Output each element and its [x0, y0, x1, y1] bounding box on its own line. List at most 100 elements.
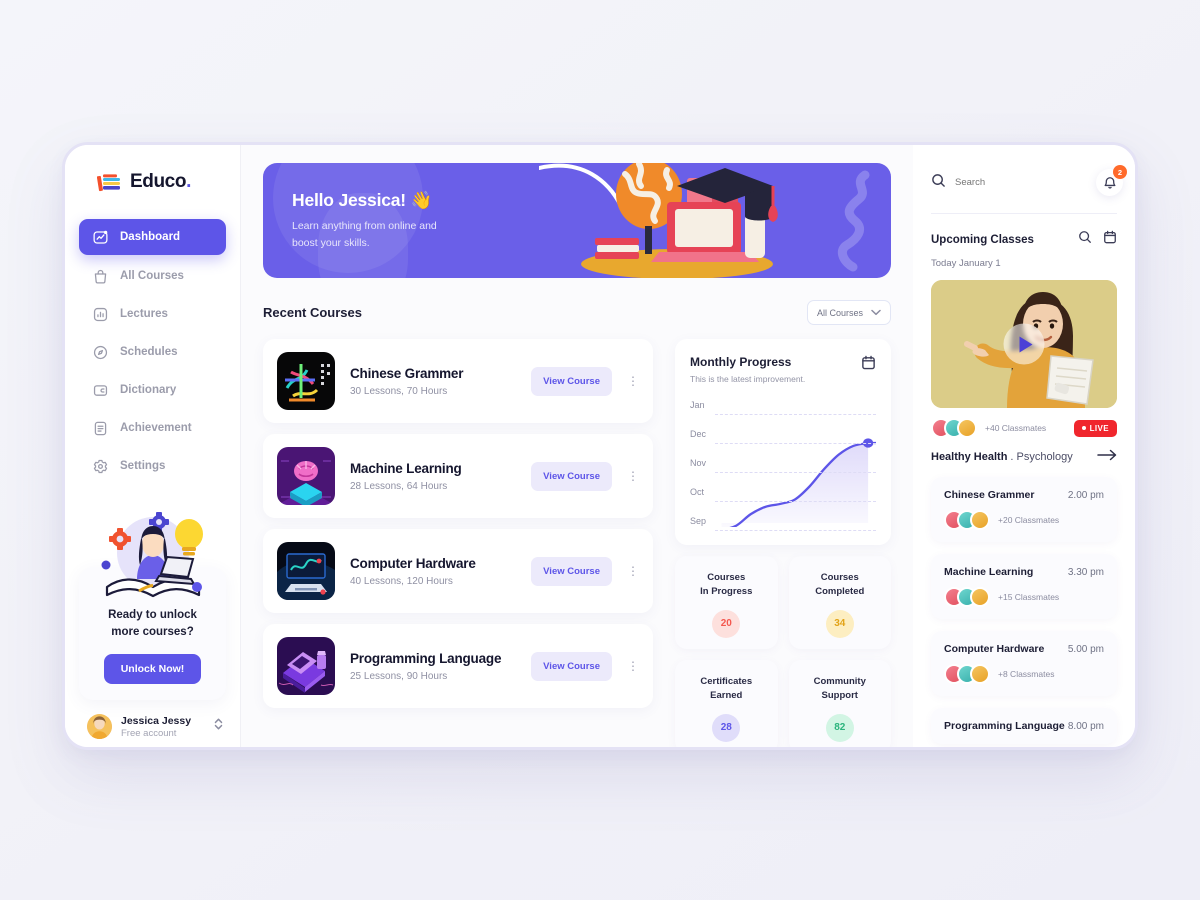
logo-text: Educo. [130, 171, 191, 192]
chevron-down-icon [871, 309, 881, 316]
logo[interactable]: Educo. [65, 145, 240, 193]
status-badge: 34 [825, 609, 854, 638]
right-panel: 2 Upcoming Classes Today January 1 [913, 145, 1135, 747]
view-course-button[interactable]: View Course [531, 556, 612, 586]
stat-card-courses-completed[interactable]: Courses Completed 34 [788, 556, 891, 649]
sidebar-item-settings[interactable]: Settings [79, 449, 226, 483]
status-badge: 28 [712, 713, 741, 742]
class-time: 5.00 pm [1067, 643, 1104, 655]
sidebar-nav: Dashboard All Courses Lectures Schedules… [65, 219, 240, 487]
sidebar-item-lectures[interactable]: Lectures [79, 297, 226, 331]
course-options-icon[interactable]: ⋮ [627, 660, 639, 672]
class-list-item[interactable]: Machine Learning 3.30 pm +15 Classmates [931, 554, 1117, 619]
class-video-card[interactable] [931, 280, 1117, 408]
user-profile[interactable]: Jessica Jessy Free account [65, 700, 240, 748]
chart-gridline [715, 501, 876, 502]
course-name: Machine Learning [350, 460, 462, 476]
stat-card-courses-in-progress[interactable]: Courses In Progress 20 [675, 556, 778, 649]
sidebar-item-dashboard[interactable]: Dashboard [79, 219, 226, 255]
live-dot-icon [1081, 426, 1086, 430]
sidebar-item-dictionary[interactable]: Dictionary [79, 373, 226, 407]
course-name: Programming Language [350, 650, 502, 666]
status-badge: 20 [712, 609, 741, 638]
class-list-item[interactable]: Computer Hardware 5.00 pm +8 Classmates [931, 631, 1117, 696]
bar-chart-icon [93, 307, 108, 321]
play-icon[interactable] [1003, 323, 1045, 365]
notifications-button[interactable]: 2 [1096, 165, 1127, 196]
live-badge: LIVE [1073, 419, 1117, 437]
avatar [970, 587, 990, 607]
sidebar-item-schedules[interactable]: Schedules [79, 335, 226, 369]
classmate-avatars [931, 418, 977, 438]
course-meta: 25 Lessons, 90 Hours [350, 670, 448, 682]
dashboard-columns: Chinese Grammer 30 Lessons, 70 Hours Vie… [263, 339, 891, 747]
updown-chevron-icon[interactable] [213, 717, 224, 736]
sidebar-item-all-courses[interactable]: All Courses [79, 259, 226, 293]
featured-class-separator: . [1010, 450, 1014, 463]
notification-count-badge: 2 [1113, 165, 1127, 179]
sidebar-item-label: Schedules [120, 346, 178, 358]
hero-text: Hello Jessica! 👋 Learn anything from onl… [263, 190, 437, 252]
classmates-count: +20 Classmates [998, 515, 1060, 525]
course-filter-dropdown[interactable]: All Courses [807, 300, 891, 325]
course-options-icon[interactable]: ⋮ [627, 565, 639, 577]
course-meta: 30 Lessons, 70 Hours [350, 385, 448, 397]
progress-and-stats: Monthly Progress This is the latest impr… [675, 339, 891, 747]
gear-icon [93, 459, 108, 473]
course-card[interactable]: Programming Language 25 Lessons, 90 Hour… [263, 624, 653, 708]
search-input[interactable] [955, 177, 1087, 188]
course-filter-value: All Courses [817, 307, 864, 318]
section-title: Recent Courses [263, 305, 362, 320]
progress-chart: Jan Dec Nov Oct Sep [690, 393, 876, 531]
search-bar: 2 [931, 165, 1127, 213]
class-time: 8.00 pm [1067, 720, 1104, 732]
course-meta: 40 Lessons, 120 Hours [350, 575, 453, 587]
class-list-item[interactable]: Chinese Grammer 2.00 pm +20 Classmates [931, 477, 1117, 542]
classmates-count: +8 Classmates [998, 669, 1055, 679]
calendar-icon[interactable] [861, 355, 876, 375]
classmate-avatars [944, 510, 990, 530]
user-plan: Free account [121, 727, 177, 739]
search-icon[interactable] [1078, 230, 1092, 249]
chart-y-tick-label: Sep [690, 516, 707, 526]
today-label: Today January 1 [931, 258, 1001, 269]
chart-y-tick-label: Oct [690, 487, 705, 497]
classmates-count: +40 Classmates [985, 423, 1047, 433]
view-course-button[interactable]: View Course [531, 651, 612, 681]
dashboard-icon [93, 230, 108, 244]
sidebar-item-label: Dictionary [120, 384, 177, 396]
class-time: 2.00 pm [1067, 489, 1104, 501]
course-list: Chinese Grammer 30 Lessons, 70 Hours Vie… [263, 339, 653, 747]
course-options-icon[interactable]: ⋮ [627, 470, 639, 482]
course-card[interactable]: Computer Hardware 40 Lessons, 120 Hours … [263, 529, 653, 613]
avatar [957, 418, 977, 438]
view-course-button[interactable]: View Course [531, 461, 612, 491]
app-window: Educo. Dashboard All Courses Lectures Sc… [62, 142, 1138, 750]
course-options-icon[interactable]: ⋮ [627, 375, 639, 387]
book-card-icon [93, 384, 108, 396]
classmate-avatars [944, 587, 990, 607]
laptop-code-thumb [277, 637, 335, 695]
view-course-button[interactable]: View Course [531, 366, 612, 396]
promo-card: Ready to unlock more courses? Unlock Now! [65, 509, 240, 700]
calendar-icon[interactable] [1103, 230, 1117, 249]
stat-card-certificates-earned[interactable]: Certificates Earned 28 [675, 660, 778, 747]
featured-class-row[interactable]: Healthy Health . Psychology [931, 448, 1117, 465]
unlock-now-button[interactable]: Unlock Now! [103, 653, 202, 684]
avatar [970, 510, 990, 530]
chart-gridline [715, 530, 876, 531]
main-content: Hello Jessica! 👋 Learn anything from onl… [241, 145, 913, 747]
books-logo-icon [96, 172, 123, 192]
bell-icon [1104, 176, 1115, 189]
course-card[interactable]: Chinese Grammer 30 Lessons, 70 Hours Vie… [263, 339, 653, 423]
course-card[interactable]: Machine Learning 28 Lessons, 64 Hours Vi… [263, 434, 653, 518]
stat-card-community-support[interactable]: Community Support 82 [788, 660, 891, 747]
class-list-item[interactable]: Programming Language 8.00 pm [931, 708, 1117, 744]
sidebar-item-achievement[interactable]: Achievement [79, 411, 226, 445]
class-name: Programming Language [944, 720, 1065, 732]
sidebar-item-label: Lectures [120, 308, 168, 320]
arrow-right-icon[interactable] [1097, 448, 1117, 465]
globe-laptop-graduation-cap-illustration [539, 163, 778, 278]
class-name: Chinese Grammer [944, 489, 1035, 501]
classmates-count: +15 Classmates [998, 592, 1060, 602]
